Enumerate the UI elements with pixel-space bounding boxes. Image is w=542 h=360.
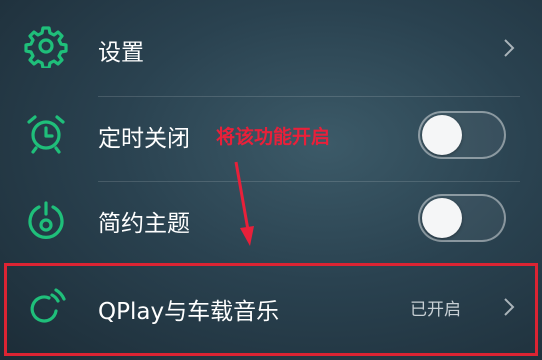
settings-label: 设置	[98, 40, 144, 66]
settings-row[interactable]: 设置	[0, 0, 542, 96]
chevron-right-icon	[504, 39, 515, 57]
simple-theme-toggle[interactable]	[418, 194, 506, 242]
highlight-box	[4, 263, 538, 356]
annotation-arrow	[234, 161, 254, 246]
toggle-knob	[422, 115, 462, 155]
theme-icon	[28, 201, 64, 239]
alarm-clock-icon	[27, 115, 65, 154]
simple-theme-label: 简约主题	[98, 211, 190, 237]
annotation-text: 将该功能开启	[216, 126, 331, 148]
gear-icon	[24, 26, 68, 68]
toggle-knob	[422, 198, 462, 238]
sleep-timer-label: 定时关闭	[98, 126, 190, 152]
simple-theme-row: 简约主题	[0, 182, 542, 262]
sleep-timer-toggle[interactable]	[418, 111, 506, 159]
